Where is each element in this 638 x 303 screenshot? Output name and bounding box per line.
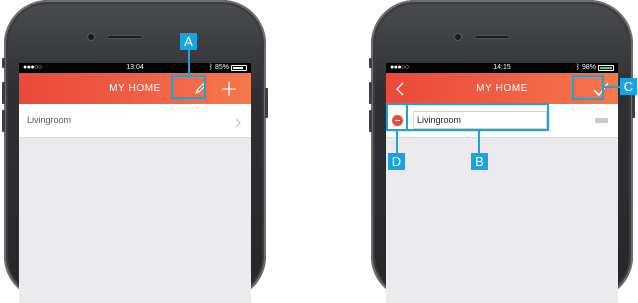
volume-up-button — [369, 82, 372, 104]
status-bar: ●●●○○ 13:04 ᛒ 85% — [19, 63, 251, 73]
callout-a-box — [171, 75, 206, 99]
status-bar: ●●●○○ 14:15 ᛒ 98% — [386, 63, 618, 73]
phone-right: ●●●○○ 14:15 ᛒ 98% MY HOME — [369, 0, 635, 303]
callout-b-line — [478, 131, 480, 153]
bluetooth-icon: ᛒ — [208, 64, 213, 71]
callout-d-box — [386, 103, 408, 131]
battery-icon — [598, 65, 614, 71]
battery-indicator: ᛒ 98% — [576, 63, 614, 73]
callout-d-tag: D — [388, 153, 405, 170]
battery-icon — [231, 65, 247, 71]
battery-indicator: ᛒ 85% — [209, 63, 247, 73]
plus-icon[interactable] — [217, 73, 241, 104]
earpiece-speaker — [107, 35, 143, 39]
mute-switch — [2, 58, 5, 68]
callout-c-box — [572, 75, 604, 100]
callout-c-line — [604, 86, 620, 88]
callout-a-tag: A — [180, 33, 197, 50]
reorder-handle-icon[interactable] — [595, 118, 608, 123]
callout-b-box — [406, 103, 549, 131]
callout-d-line — [396, 131, 398, 153]
callout-c-tag: C — [620, 78, 637, 95]
battery-percent: 85% — [214, 64, 229, 71]
volume-down-button — [369, 110, 372, 132]
bluetooth-icon: ᛒ — [575, 64, 580, 71]
mute-switch — [369, 58, 372, 68]
room-row-livingroom[interactable]: Livingroom — [19, 104, 251, 138]
screen: ●●●○○ 13:04 ᛒ 85% MY HOME Livingroom — [19, 63, 251, 303]
callout-b-tag: B — [471, 153, 488, 170]
phone-left: ●●●○○ 13:04 ᛒ 85% MY HOME Livingroom — [2, 0, 268, 303]
callout-a-line — [188, 50, 190, 75]
volume-up-button — [2, 82, 5, 104]
earpiece-speaker — [474, 35, 510, 39]
volume-down-button — [2, 110, 5, 132]
battery-percent: 98% — [581, 64, 596, 71]
room-label: Livingroom — [27, 115, 72, 125]
nav-bar: MY HOME — [19, 73, 251, 104]
power-button — [265, 88, 268, 118]
front-camera — [88, 34, 94, 40]
chevron-right-icon — [235, 115, 241, 133]
front-camera — [455, 34, 461, 40]
